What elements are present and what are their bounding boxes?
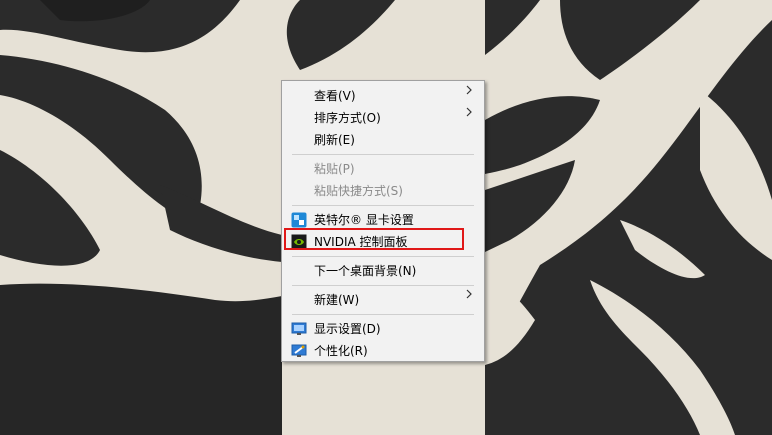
menu-item-nvidia-control-panel-label: NVIDIA 控制面板: [314, 235, 408, 249]
menu-item-next-desktop-background-label: 下一个桌面背景(N): [314, 264, 417, 278]
menu-item-refresh-label: 刷新(E): [314, 133, 355, 147]
menu-item-personalize-label: 个性化(R): [314, 344, 368, 358]
menu-separator: [292, 256, 474, 257]
menu-separator: [292, 154, 474, 155]
display-settings-icon: [291, 321, 307, 337]
menu-item-view-label: 查看(V): [314, 89, 356, 103]
menu-item-paste[interactable]: 粘贴(P): [282, 158, 484, 180]
desktop-context-menu: 查看(V) 排序方式(O) 刷新(E) 粘贴(P) 粘贴快捷方式(S) 英特尔®…: [281, 80, 485, 362]
menu-separator: [292, 205, 474, 206]
menu-item-display-settings[interactable]: 显示设置(D): [282, 318, 484, 340]
chevron-right-icon: [466, 107, 474, 129]
menu-item-view[interactable]: 查看(V): [282, 85, 484, 107]
menu-item-new-label: 新建(W): [314, 293, 360, 307]
menu-item-intel-graphics-label: 英特尔® 显卡设置: [314, 213, 414, 227]
chevron-right-icon: [466, 85, 474, 107]
menu-separator: [292, 285, 474, 286]
menu-item-refresh[interactable]: 刷新(E): [282, 129, 484, 151]
menu-item-paste-shortcut[interactable]: 粘贴快捷方式(S): [282, 180, 484, 202]
personalize-icon: [291, 343, 307, 359]
nvidia-icon: [291, 234, 307, 250]
menu-item-personalize[interactable]: 个性化(R): [282, 340, 484, 362]
menu-item-nvidia-control-panel[interactable]: NVIDIA 控制面板: [282, 231, 484, 253]
intel-graphics-icon: [291, 212, 307, 228]
menu-item-new[interactable]: 新建(W): [282, 289, 484, 311]
chevron-right-icon: [466, 289, 474, 311]
menu-item-display-settings-label: 显示设置(D): [314, 322, 381, 336]
menu-item-paste-shortcut-label: 粘贴快捷方式(S): [314, 184, 403, 198]
menu-item-sort-by-label: 排序方式(O): [314, 111, 381, 125]
desktop-wallpaper[interactable]: 查看(V) 排序方式(O) 刷新(E) 粘贴(P) 粘贴快捷方式(S) 英特尔®…: [0, 0, 772, 435]
menu-item-intel-graphics[interactable]: 英特尔® 显卡设置: [282, 209, 484, 231]
menu-item-next-desktop-background[interactable]: 下一个桌面背景(N): [282, 260, 484, 282]
menu-item-sort-by[interactable]: 排序方式(O): [282, 107, 484, 129]
menu-separator: [292, 314, 474, 315]
menu-item-paste-label: 粘贴(P): [314, 162, 355, 176]
